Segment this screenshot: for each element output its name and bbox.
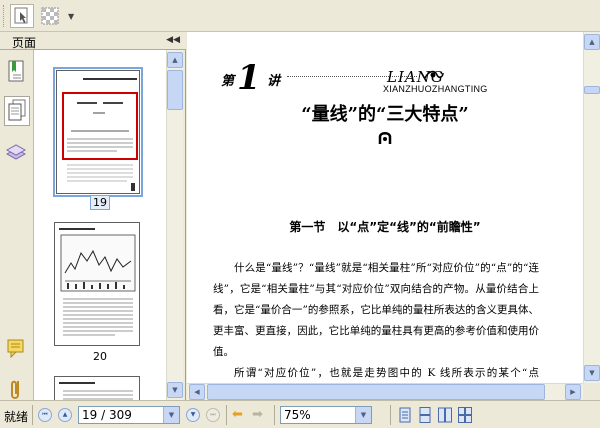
comments-tab[interactable] <box>4 334 30 364</box>
doc-scroll-down[interactable]: ▼ <box>584 365 600 381</box>
doc-hscroll-thumb[interactable] <box>207 384 545 400</box>
navigation-pane: 页面 ◀◀ 19 20 ▲ ▼ <box>0 32 186 400</box>
toolbar-grip[interactable] <box>3 5 6 27</box>
thumb-scroll-up[interactable]: ▲ <box>167 52 183 68</box>
page-number-field[interactable]: 19 / 309 ▼ <box>78 406 180 424</box>
doc-scroll-up[interactable]: ▲ <box>584 34 600 50</box>
document-page: 第 1 讲 LIANG XIANZHUOZHANGTING “量线”的“三大特点… <box>187 32 583 383</box>
collapse-pane-icon[interactable]: ◀◀ <box>166 35 180 45</box>
side-tab-bar <box>0 50 34 400</box>
page-number-value: 19 / 309 <box>82 408 132 422</box>
continuous-view-icon[interactable] <box>418 407 432 423</box>
status-bar: 就绪 ⏮ ▲ 19 / 309 ▼ ▼ ⏭ ⬅ ➡ 75% ▼ <box>0 400 600 428</box>
doc-scroll-thumb[interactable] <box>584 86 600 94</box>
go-forward-arrow-icon[interactable]: ➡ <box>252 407 263 422</box>
chapter-number: 1 <box>237 58 261 98</box>
scroll-corner <box>583 383 600 400</box>
pages-icon <box>8 99 26 121</box>
go-back-arrow-icon[interactable]: ⬅ <box>232 407 243 422</box>
lecture-title: “量线”的“三大特点” <box>301 104 469 125</box>
document-vertical-scrollbar[interactable]: ▲ ▼ <box>583 32 600 383</box>
previous-page-button[interactable]: ▲ <box>58 408 72 422</box>
comment-icon <box>7 339 24 359</box>
doc-scroll-left[interactable]: ◀ <box>189 384 205 400</box>
chapter-suffix: 讲 <box>267 74 281 89</box>
document-horizontal-scrollbar[interactable]: ◀ ▶ <box>187 383 583 400</box>
thumbnail-list: 19 20 <box>34 50 166 400</box>
facing-view-icon[interactable] <box>438 407 452 423</box>
bookmarks-tab[interactable] <box>4 58 30 88</box>
thumb-scroll-down[interactable]: ▼ <box>167 382 183 398</box>
pages-tab[interactable] <box>4 96 30 126</box>
page-19-preview <box>62 78 138 191</box>
page-21-preview <box>59 382 133 400</box>
continuous-facing-view-icon[interactable] <box>458 407 472 423</box>
pane-title: 页面 <box>12 36 37 50</box>
snapshot-dropdown-arrow[interactable]: ▼ <box>68 12 74 21</box>
status-ready-text: 就绪 <box>4 410 29 424</box>
chapter-prefix: 第 <box>221 74 235 89</box>
toolbar: ▼ <box>0 0 600 32</box>
paragraph-1: 什么是“量线”？“量线”就是“相关量柱”所“对应价位”的“点”的“连线”，它是“… <box>213 262 539 358</box>
page-thumbnail-21[interactable] <box>54 376 140 400</box>
thumbnail-scrollbar[interactable]: ▲ ▼ <box>166 50 183 400</box>
first-page-button[interactable]: ⏮ <box>38 408 52 422</box>
doc-scroll-right[interactable]: ▶ <box>565 384 581 400</box>
zoom-field[interactable]: 75% ▼ <box>280 406 372 424</box>
section-heading: 第一节 以“点”定“线”的“前瞻性” <box>289 220 481 234</box>
select-tool-button[interactable] <box>10 4 34 28</box>
bookmarks-icon <box>8 60 24 82</box>
pdf-reader-window: ▼ 页面 ◀◀ 19 20 ▲ ▼ 第 1 讲 LIANG XIANZHUOZH… <box>0 0 600 428</box>
snapshot-tool-button[interactable] <box>38 4 62 28</box>
page-thumbnail-19[interactable] <box>53 67 143 197</box>
paragraph-2: 所谓“对应价位”，也就是走势图中的 K 线所表示的某个“点位”或“价位”。K 线… <box>234 367 539 379</box>
status-separator <box>32 405 33 425</box>
pinyin-title-bottom: XIANZHUOZHANGTING <box>383 84 488 94</box>
page-thumbnail-20[interactable] <box>54 222 140 346</box>
status-separator-2 <box>226 405 227 425</box>
pane-header: 页面 ◀◀ <box>0 32 186 50</box>
zoom-dropdown-arrow[interactable]: ▼ <box>355 407 371 423</box>
thumb-scroll-thumb[interactable] <box>167 70 183 110</box>
body-text: 什么是“量线”？“量线”就是“相关量柱”所“对应价位”的“点”的“连线”，它是“… <box>213 258 539 383</box>
last-page-button[interactable]: ⏭ <box>206 408 220 422</box>
document-view: 第 1 讲 LIANG XIANZHUOZHANGTING “量线”的“三大特点… <box>187 32 600 400</box>
single-page-view-icon[interactable] <box>398 407 412 423</box>
layers-icon <box>5 144 27 160</box>
snapshot-grid-icon <box>41 7 59 25</box>
status-separator-4 <box>390 405 391 425</box>
thumbnail-label-20: 20 <box>93 350 107 363</box>
zoom-value: 75% <box>284 408 311 422</box>
next-page-button[interactable]: ▼ <box>186 408 200 422</box>
ornament-icon <box>378 132 392 144</box>
select-tool-icon <box>14 7 28 24</box>
status-separator-3 <box>274 405 275 425</box>
thumbnail-label-19: 19 <box>34 195 166 210</box>
layers-tab[interactable] <box>4 140 30 170</box>
page-dropdown-arrow[interactable]: ▼ <box>163 407 179 423</box>
page-20-preview <box>59 228 136 336</box>
